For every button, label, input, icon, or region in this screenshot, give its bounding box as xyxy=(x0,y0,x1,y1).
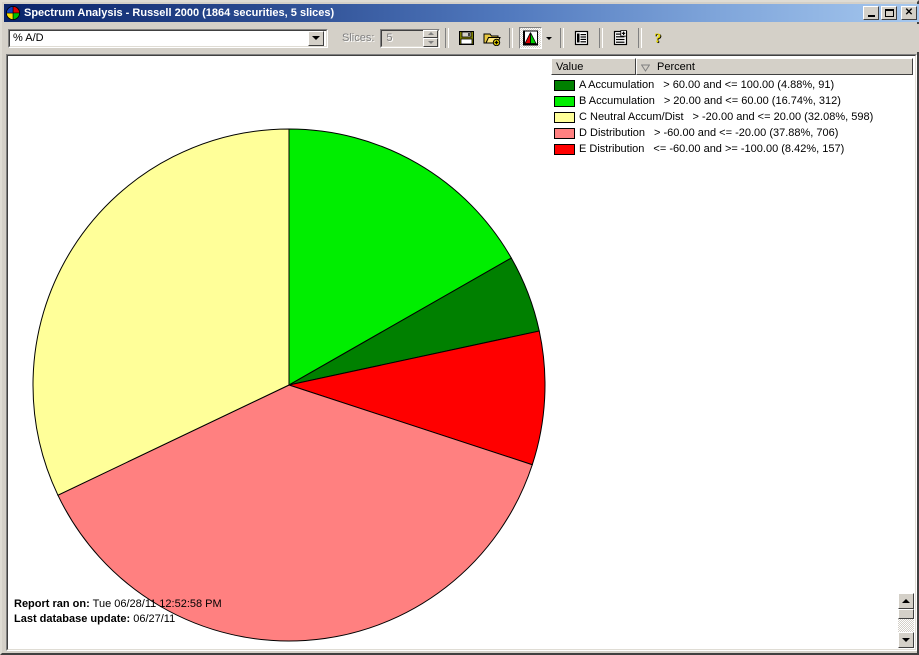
open-add-button[interactable] xyxy=(480,27,504,49)
window-controls: ✕ xyxy=(861,6,917,20)
legend-row[interactable]: B Accumulation > 20.00 and <= 60.00 (16.7… xyxy=(551,93,913,109)
toolbar-separator xyxy=(560,28,565,48)
triangle-down-icon xyxy=(902,638,910,642)
title-bar: Spectrum Analysis - Russell 2000 (1864 s… xyxy=(4,4,919,22)
report-footer: Report ran on: Tue 06/28/11 12:52:58 PM … xyxy=(14,597,222,627)
legend-row[interactable]: A Accumulation > 60.00 and <= 100.00 (4.8… xyxy=(551,77,913,93)
report-ran-value: Tue 06/28/11 12:52:58 PM xyxy=(92,598,222,610)
toolbar-separator xyxy=(638,28,643,48)
toolbar-separator xyxy=(599,28,604,48)
maximize-icon xyxy=(884,9,894,17)
legend-color-swatch xyxy=(554,79,575,91)
legend-row-name: C Neutral Accum/Dist xyxy=(579,111,684,123)
dataset-selector-value: % A/D xyxy=(13,32,44,44)
legend-row-range: > 60.00 and <= 100.00 (4.88%, 91) xyxy=(663,79,835,91)
legend-row-name: D Distribution xyxy=(579,127,646,139)
slices-spin-buttons xyxy=(423,29,439,47)
report-ran-label: Report ran on: xyxy=(14,598,90,610)
slices-decrement-button xyxy=(423,38,439,47)
slices-value: 5 xyxy=(386,32,393,44)
minimize-icon xyxy=(867,14,875,17)
report-ran-line: Report ran on: Tue 06/28/11 12:52:58 PM xyxy=(14,597,222,612)
legend-row-range: > -60.00 and <= -20.00 (37.88%, 706) xyxy=(654,127,839,139)
report-add-icon xyxy=(614,30,628,46)
close-icon: ✕ xyxy=(904,7,914,18)
scroll-up-button[interactable] xyxy=(898,593,914,609)
toolbar-separator xyxy=(445,28,450,48)
legend-header: Value Percent xyxy=(551,58,913,75)
triangle-down-outline-icon xyxy=(640,63,651,72)
close-button[interactable]: ✕ xyxy=(901,6,917,20)
slices-stepper: 5 xyxy=(380,28,441,48)
legend-row-name: E Distribution xyxy=(579,143,645,155)
application-window: Spectrum Analysis - Russell 2000 (1864 s… xyxy=(0,0,919,655)
legend-color-swatch xyxy=(554,127,575,139)
toolbar: % A/D Slices: 5 ? ? xyxy=(4,24,919,52)
pie-chart-icon xyxy=(523,30,539,46)
save-button[interactable] xyxy=(455,27,479,49)
floppy-disk-icon xyxy=(459,31,475,45)
report-canvas: Value Percent A Accumulation > 60.00 and … xyxy=(6,54,917,651)
db-update-label: Last database update: xyxy=(14,613,131,625)
add-report-button[interactable] xyxy=(609,27,633,49)
pie-chart-svg xyxy=(32,128,546,642)
legend-row[interactable]: D Distribution > -60.00 and <= -20.00 (37… xyxy=(551,125,913,141)
chart-view-button[interactable] xyxy=(519,27,543,49)
legend-row-range: > 20.00 and <= 60.00 (16.74%, 312) xyxy=(663,95,841,107)
legend-row-name: A Accumulation xyxy=(579,79,655,91)
chart-view-dropdown[interactable] xyxy=(543,27,556,49)
legend-row-name: B Accumulation xyxy=(579,95,655,107)
legend-row-range: > -20.00 and <= 20.00 (32.08%, 598) xyxy=(692,111,874,123)
pie-chart-icon xyxy=(5,5,21,21)
chevron-down-icon[interactable] xyxy=(308,30,324,46)
scrollbar-thumb[interactable] xyxy=(898,609,914,619)
help-button[interactable]: ? ? xyxy=(648,27,672,49)
legend-row[interactable]: E Distribution <= -60.00 and >= -100.00 (… xyxy=(551,141,913,157)
legend-column-value-label: Value xyxy=(556,60,584,73)
legend-color-swatch xyxy=(554,95,575,107)
toolbar-separator xyxy=(509,28,514,48)
legend-row[interactable]: C Neutral Accum/Dist > -20.00 and <= 20.0… xyxy=(551,109,913,125)
svg-text:?: ? xyxy=(654,31,661,46)
scrollbar-track[interactable] xyxy=(898,619,914,632)
legend-column-percent-label: Percent xyxy=(657,60,695,73)
legend: Value Percent A Accumulation > 60.00 and … xyxy=(551,58,913,158)
scroll-down-button[interactable] xyxy=(898,632,914,648)
slices-label: Slices: xyxy=(342,32,375,44)
maximize-button[interactable] xyxy=(881,6,897,20)
window-title: Spectrum Analysis - Russell 2000 (1864 s… xyxy=(24,7,335,19)
db-update-line: Last database update: 06/27/11 xyxy=(14,612,222,627)
dataset-selector[interactable]: % A/D xyxy=(8,28,328,48)
db-update-value: 06/27/11 xyxy=(133,613,176,625)
report-view-button[interactable] xyxy=(570,27,594,49)
question-mark-icon: ? ? xyxy=(654,31,662,46)
legend-color-swatch xyxy=(554,143,575,155)
pie-chart xyxy=(8,56,556,642)
vertical-scrollbar[interactable] xyxy=(898,593,914,648)
legend-color-swatch xyxy=(554,111,575,123)
minimize-button[interactable] xyxy=(863,6,879,20)
legend-column-value[interactable]: Value xyxy=(551,58,636,75)
slices-increment-button xyxy=(423,29,439,38)
triangle-up-icon xyxy=(902,599,910,603)
legend-row-range: <= -60.00 and >= -100.00 (8.42%, 157) xyxy=(653,143,845,155)
legend-column-percent[interactable]: Percent xyxy=(636,58,913,75)
open-folder-add-icon xyxy=(483,33,501,46)
list-report-icon xyxy=(575,30,589,46)
legend-rows: A Accumulation > 60.00 and <= 100.00 (4.8… xyxy=(551,75,913,157)
